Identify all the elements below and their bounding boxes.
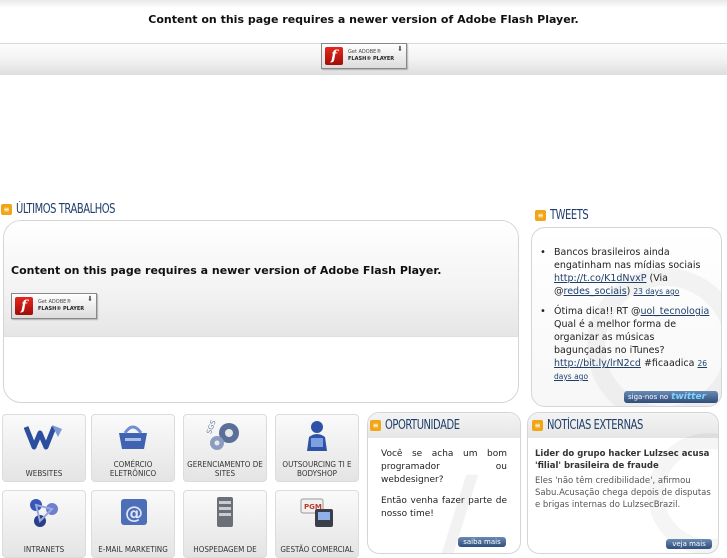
tweet-mention[interactable]: uol_tecnologia (641, 306, 710, 317)
news-title: NOTÍCIAS EXTERNAS (547, 418, 643, 433)
tweet-mention[interactable]: redes_sociais (564, 286, 627, 297)
works-flash-area: Content on this page requires a newer ve… (4, 221, 518, 337)
gears-icon: SGS (205, 419, 239, 450)
tweet-list: Bancos brasileiros ainda engatinham nas … (538, 246, 714, 390)
service-label: OUTSOURCING TI E BODYSHOP (282, 460, 352, 478)
opportunity-box: / Você se acha um bom programador ou web… (367, 412, 521, 554)
service-tile-hosting[interactable]: HOSPEDAGEM DE (183, 490, 267, 558)
tweet-link[interactable]: http://bit.ly/lrN2cd (554, 358, 641, 369)
tweets-title: TWEETS (550, 208, 589, 223)
service-tile-site-management[interactable]: SGS GERENCIAMENTO DE SITES (183, 414, 267, 482)
ecommerce-icon (119, 425, 147, 449)
network-icon (30, 499, 58, 527)
news-heading: ≡ NOTÍCIAS EXTERNAS (532, 418, 660, 433)
opportunity-title: OPORTUNIDADE (385, 418, 460, 433)
follow-twitter-button[interactable]: siga-nos no twitter (624, 391, 718, 403)
download-arrow-icon: ⬇ (397, 45, 403, 53)
news-box: Lider do grupo hacker Lulzsec acusa 'fil… (527, 412, 719, 554)
tweet-link[interactable]: http://t.co/K1dNvxP (554, 273, 646, 284)
download-arrow-icon: ⬇ (87, 295, 93, 303)
person-icon (307, 421, 327, 451)
get-flash-button[interactable]: f Get ADOBE® FLASH® PLAYER ⬇ (321, 43, 407, 69)
tweets-heading: ≡ TWEETS (535, 208, 595, 223)
service-label: COMÉRCIO ELETRÔNICO (109, 460, 157, 478)
rss-icon: ≡ (532, 420, 543, 431)
flash-message: Content on this page requires a newer ve… (148, 13, 579, 26)
opportunity-heading: ≡ OPORTUNIDADE (370, 418, 473, 433)
service-label: HOSPEDAGEM DE (193, 545, 257, 554)
service-label: GESTÃO COMERCIAL (280, 545, 354, 554)
section-bullet-icon: ≡ (1, 204, 12, 215)
flash-icon: f (15, 297, 33, 315)
news-headline[interactable]: Lider do grupo hacker Lulzsec acusa 'fil… (535, 448, 713, 472)
service-tile-ecommerce[interactable]: COMÉRCIO ELETRÔNICO (91, 414, 175, 482)
opportunity-text: Você se acha um bom programador ou webde… (381, 448, 507, 529)
top-flash-banner: Content on this page requires a newer ve… (0, 0, 727, 75)
service-tile-commercial[interactable]: PGM GESTÃO COMERCIAL (275, 490, 359, 558)
email-icon: @ (121, 499, 147, 525)
section-bullet-icon: ≡ (535, 210, 546, 221)
service-tile-outsourcing[interactable]: OUTSOURCING TI E BODYSHOP (275, 414, 359, 482)
service-tile-websites[interactable]: WEBSITES (2, 414, 86, 482)
server-icon (217, 497, 233, 527)
pgm-icon: PGM (300, 498, 333, 527)
works-title: ÚLTIMOS TRABALHOS (16, 202, 116, 217)
news-summary: Eles 'não têm credibilidade', afirmou Sa… (535, 476, 711, 510)
works-flash-message: Content on this page requires a newer ve… (11, 264, 442, 277)
service-label: E-MAIL MARKETING (98, 545, 168, 554)
flash-icon: f (325, 47, 343, 65)
tweet-timestamp[interactable]: 23 days ago (633, 287, 679, 296)
section-bullet-icon: ≡ (370, 420, 381, 431)
works-panel: Content on this page requires a newer ve… (3, 220, 519, 403)
service-tile-email-marketing[interactable]: @ E-MAIL MARKETING (91, 490, 175, 558)
service-label: WEBSITES (25, 469, 63, 478)
works-get-flash-button[interactable]: f Get ADOBE® FLASH® PLAYER ⬇ (11, 293, 97, 319)
learn-more-button[interactable]: saiba mais (458, 537, 506, 547)
opportunity-paragraph: Então venha fazer parte de nosso time! (381, 496, 507, 519)
get-flash-top-label: Get ADOBE® (348, 49, 382, 55)
opportunity-paragraph: Você se acha um bom programador ou webde… (381, 449, 507, 485)
follow-label: siga-nos no (628, 393, 669, 401)
service-label: INTRANETS (23, 545, 65, 554)
svg-text:@: @ (125, 503, 143, 524)
svg-text:SGS: SGS (205, 419, 218, 435)
service-tile-intranets[interactable]: INTRANETS (2, 490, 86, 558)
works-heading: ≡ ÚLTIMOS TRABALHOS (1, 202, 133, 217)
see-more-button[interactable]: veja mais (666, 539, 712, 549)
tweets-panel: Bancos brasileiros ainda engatinham nas … (531, 227, 722, 407)
get-flash-top-label: Get ADOBE® (38, 299, 72, 305)
tweet-item: Ótima dica!! RT @uol_tecnologia Qual é a… (538, 305, 714, 383)
twitter-logo-icon: twitter (671, 392, 707, 402)
service-label: GERENCIAMENTO DE SITES (187, 460, 263, 478)
get-flash-bottom-label: FLASH® PLAYER (348, 56, 395, 62)
tweet-item: Bancos brasileiros ainda engatinham nas … (538, 246, 714, 298)
get-flash-bottom-label: FLASH® PLAYER (38, 306, 85, 312)
websites-icon (24, 425, 62, 450)
